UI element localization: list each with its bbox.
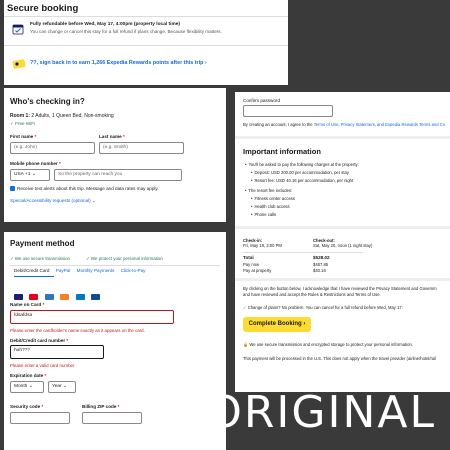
year-select[interactable]: Year ⌄ [48,381,76,393]
payment-tabs: Debit/Credit Card PayPal Monthly Payment… [14,268,150,274]
calendar-icon [12,22,24,40]
zip-label: Billing ZIP code * [82,404,120,409]
visa-icon [14,294,23,300]
card-number-error: Please enter a valid card number. [10,363,76,368]
amex-icon [44,294,54,300]
pay-now-value: $487.86 [313,262,329,267]
phone-input[interactable]: So the property can reach you [54,169,182,181]
acknowledgement-2: and have reviewed and accept the Rules &… [243,292,381,297]
tab-paypal[interactable]: PayPal [56,268,71,274]
includes-fitness: Fitness center access [251,196,295,201]
protect-info-note: ✓ We protect your personal information [86,256,163,261]
watermark-label: ORIGINAL [207,387,436,438]
diners-icon [75,294,85,300]
checkbox-checked-icon [10,186,15,192]
last-name-label: Last name * [99,134,125,139]
card-name-input[interactable]: fdsafdsa [10,310,174,324]
active-tab-indicator [14,276,54,278]
mastercard-icon [29,294,39,300]
payment-heading: Payment method [10,239,75,248]
total-value: $528.02 [313,255,330,260]
chevron-right-icon: › [204,60,207,66]
complete-booking-button[interactable]: Complete Booking › [243,317,311,332]
payment-panel: Payment method ✓ We use secure transmiss… [4,232,226,450]
text-alerts-checkbox[interactable]: Receive text alerts about this trip. Mes… [10,186,159,192]
lock-icon: 🔒 [243,342,249,347]
card-name-error: Please enter the cardholder's name exact… [10,328,145,333]
account-agreement: By creating an account, I agree to the T… [243,122,446,127]
secure-booking-panel: Secure booking Fully refundable before W… [4,0,288,85]
total-label: Total [243,255,254,260]
first-name-input[interactable]: (e.g. John) [10,142,95,154]
card-number-input[interactable]: huh??? [10,345,104,359]
jcb-icon [91,294,101,300]
security-code-input[interactable] [10,412,70,424]
rewards-terms-link[interactable]: and Expedia Rewards Terms and Co [377,122,445,127]
secure-storage-note: 🔒 We use secure transmission and encrypt… [243,342,413,347]
confirm-password-input[interactable] [243,105,333,117]
tab-debit-credit[interactable]: Debit/Credit Card [14,268,50,274]
card-number-label: Debit/Credit card number * [10,338,69,343]
check-circle-icon: ✓ [243,305,247,310]
change-plans-note: ✓ Change of plans? No problem. You can c… [243,305,403,310]
chevron-down-icon: ⌄ [31,172,36,177]
checkin-panel: Who's checking in? Room 1: 2 Adults, 1 Q… [4,88,226,222]
terms-link[interactable]: Terms of Use [314,122,339,127]
expiration-label: Expiration date * [10,373,47,378]
chevron-down-icon: ⌄ [91,198,96,203]
page-title: Secure booking [7,3,79,14]
secure-transmission-note: ✓ We use secure transmission [10,256,70,261]
chevron-down-icon: ⌄ [28,384,33,389]
important-heading: Important information [243,147,321,156]
pay-property-value: $40.16 [313,268,326,273]
fee-resort: Resort fee: USD 40.16 per accommodation,… [251,178,353,183]
fees-intro: You'll be asked to pay the following cha… [245,162,359,167]
month-select[interactable]: Month ⌄ [10,381,44,393]
tab-monthly-payments[interactable]: Monthly Payments [77,268,115,274]
confirm-password-label: Confirm password [243,98,281,103]
tab-click-to-pay[interactable]: Click-to-Pay [121,268,146,274]
country-code-select[interactable]: USA +1 ⌄ [10,169,50,181]
mobile-label: Mobile phone number * [10,161,61,166]
refund-title: Fully refundable before Wed, May 17, 4:0… [30,22,180,27]
privacy-link[interactable]: Privacy Statement [341,122,375,127]
last-name-input[interactable]: (e.g. Smith) [99,142,184,154]
checkin-heading: Who's checking in? [10,97,85,106]
checkin-info: Check-in: Fri, May 19, 3:00 PM [243,238,282,249]
resort-includes: The resort fee includes: [245,188,292,193]
zip-input[interactable] [82,412,142,424]
right-panel: Confirm password By creating an account,… [235,92,450,392]
pay-property-label: Pay at property [243,268,272,273]
checkout-info: Check-out: Sat, May 20, noon (1 night sta… [313,238,373,249]
refund-subtitle: You can change or cancel this stay for a… [30,29,222,34]
us-processing-note: This payment will be processed in the U.… [243,356,437,361]
acknowledgement-1: By clicking on the button below, I ackno… [243,286,437,291]
includes-phone: Phone calls [251,212,276,217]
room-info: Room 1: 2 Adults, 1 Queen Bed, Non-smoki… [10,113,114,119]
rewards-link[interactable]: ??, sign back in to earn 1,266 Expedia R… [30,60,207,66]
first-name-label: First name * [10,134,37,139]
card-name-label: Name on Card * [10,302,45,307]
chevron-down-icon: ⌄ [63,384,68,389]
rewards-icon [12,57,26,75]
wifi-badge: ✓ Free WiFi [10,121,36,126]
fee-deposit: Deposit: USD 200.00 per accommodation, p… [251,170,349,175]
pay-now-label: Pay now [243,262,260,267]
security-code-label: Security code * [10,404,44,409]
discover-icon [60,294,70,300]
special-requests-link[interactable]: Special/Accessibility requests (optional… [10,198,96,204]
includes-health: Health club access [251,204,290,209]
